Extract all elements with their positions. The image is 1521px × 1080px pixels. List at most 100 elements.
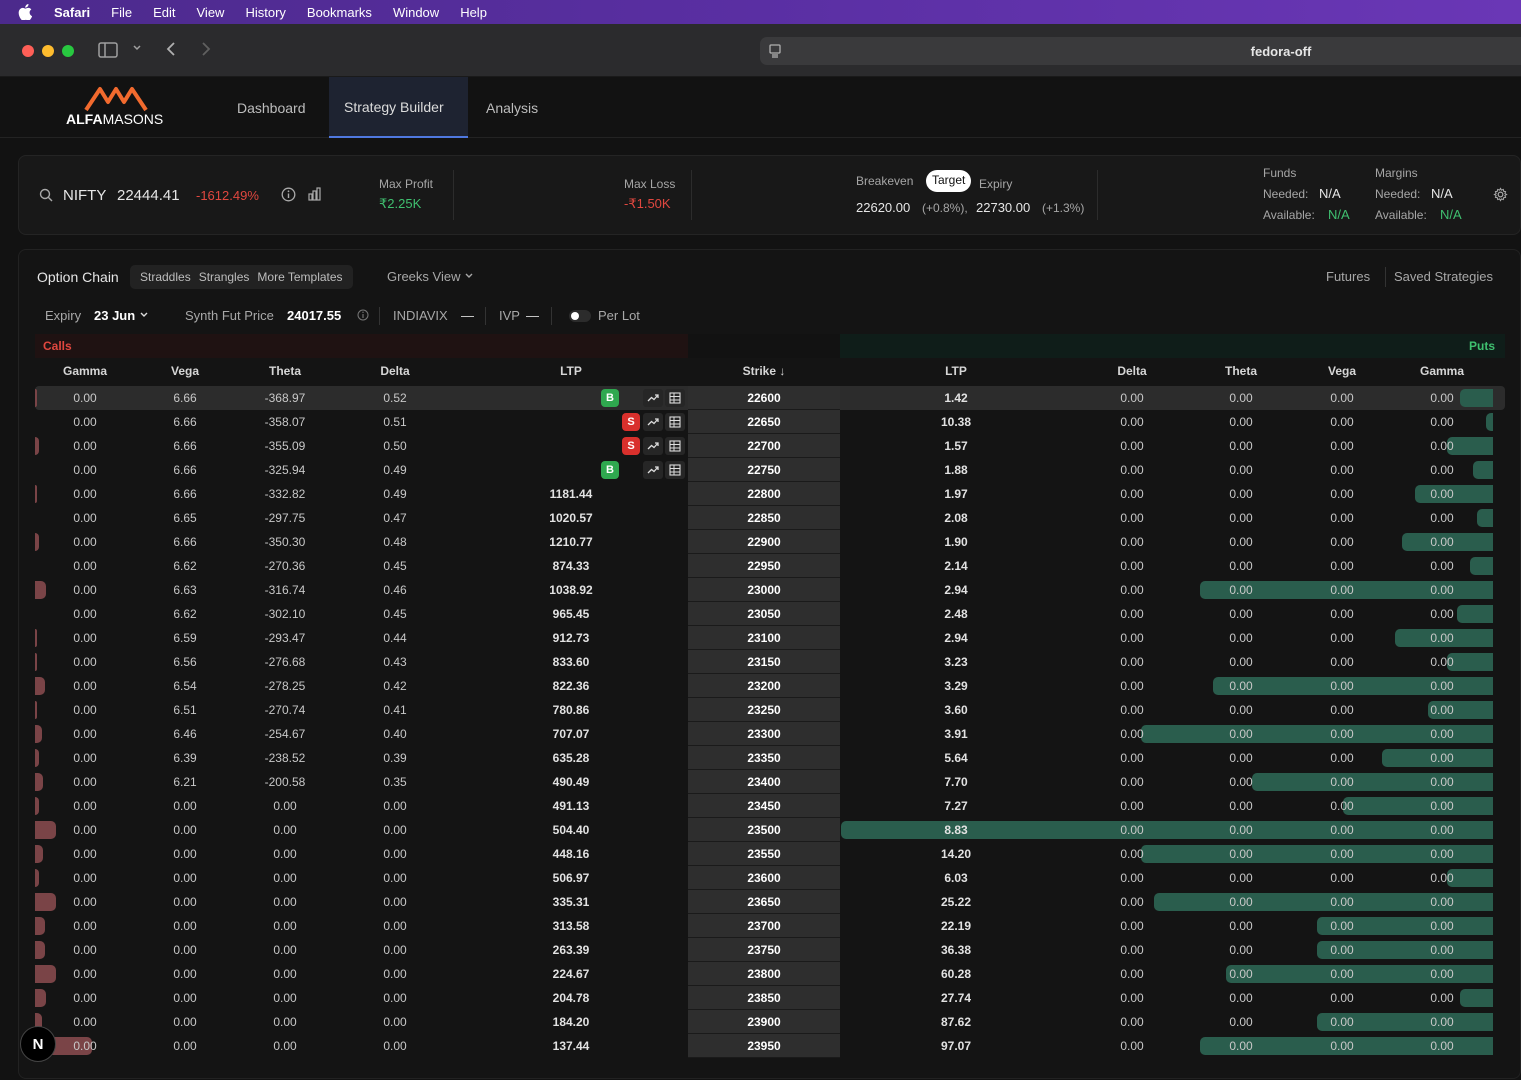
table-row[interactable]: 0.00 6.66 -350.30 0.48 1210.77 1.90 0.00 0.00 0.…: [35, 530, 1505, 554]
call-vega-cell[interactable]: 6.39: [135, 746, 235, 770]
put-gamma-cell[interactable]: 0.00: [1392, 890, 1492, 914]
call-theta-cell[interactable]: -238.52: [235, 746, 335, 770]
call-theta-cell[interactable]: 0.00: [235, 890, 335, 914]
col-call-gamma[interactable]: Gamma: [35, 358, 135, 384]
minimize-window-button[interactable]: [42, 45, 54, 57]
futures-link[interactable]: Futures: [1326, 269, 1370, 284]
put-gamma-cell[interactable]: 0.00: [1392, 722, 1492, 746]
put-delta-cell[interactable]: 0.00: [1082, 410, 1182, 434]
put-ltp-cell[interactable]: 60.28: [906, 962, 1006, 986]
put-vega-cell[interactable]: 0.00: [1292, 650, 1392, 674]
call-delta-cell[interactable]: 0.00: [345, 1010, 445, 1034]
call-vega-cell[interactable]: 6.66: [135, 410, 235, 434]
put-vega-cell[interactable]: 0.00: [1292, 986, 1392, 1010]
call-vega-cell[interactable]: 6.66: [135, 434, 235, 458]
put-ltp-cell[interactable]: 2.94: [906, 626, 1006, 650]
alfa-masons-logo[interactable]: ALFAMASONS: [64, 86, 168, 130]
put-vega-cell[interactable]: 0.00: [1292, 866, 1392, 890]
call-gamma-cell[interactable]: 0.00: [35, 986, 135, 1010]
call-delta-cell[interactable]: 0.00: [345, 986, 445, 1010]
put-theta-cell[interactable]: 0.00: [1191, 818, 1291, 842]
put-delta-cell[interactable]: 0.00: [1082, 914, 1182, 938]
call-gamma-cell[interactable]: 0.00: [35, 554, 135, 578]
call-vega-cell[interactable]: 0.00: [135, 890, 235, 914]
call-theta-cell[interactable]: 0.00: [235, 986, 335, 1010]
put-ltp-cell[interactable]: 1.57: [906, 434, 1006, 458]
call-ltp-cell[interactable]: 1038.92: [521, 578, 621, 602]
call-vega-cell[interactable]: 6.66: [135, 482, 235, 506]
put-ltp-cell[interactable]: 1.97: [906, 482, 1006, 506]
table-row[interactable]: 0.00 0.00 0.00 0.00 504.40 8.83 0.00 0.00 0.00 0.…: [35, 818, 1505, 842]
put-delta-cell[interactable]: 0.00: [1082, 722, 1182, 746]
call-vega-cell[interactable]: 0.00: [135, 794, 235, 818]
put-delta-cell[interactable]: 0.00: [1082, 506, 1182, 530]
put-delta-cell[interactable]: 0.00: [1082, 650, 1182, 674]
put-theta-cell[interactable]: 0.00: [1191, 866, 1291, 890]
menu-view[interactable]: View: [197, 5, 225, 20]
call-theta-cell[interactable]: 0.00: [235, 914, 335, 938]
col-call-vega[interactable]: Vega: [135, 358, 235, 384]
call-vega-cell[interactable]: 0.00: [135, 938, 235, 962]
call-vega-cell[interactable]: 6.66: [135, 458, 235, 482]
template-strangles[interactable]: Strangles: [199, 270, 250, 284]
put-theta-cell[interactable]: 0.00: [1191, 890, 1291, 914]
call-vega-cell[interactable]: 0.00: [135, 866, 235, 890]
call-delta-cell[interactable]: 0.00: [345, 866, 445, 890]
put-delta-cell[interactable]: 0.00: [1082, 482, 1182, 506]
put-gamma-cell[interactable]: 0.00: [1392, 410, 1492, 434]
put-gamma-cell[interactable]: 0.00: [1392, 674, 1492, 698]
put-ltp-cell[interactable]: 2.48: [906, 602, 1006, 626]
put-vega-cell[interactable]: 0.00: [1292, 962, 1392, 986]
table-row[interactable]: 0.00 6.65 -297.75 0.47 1020.57 2.08 0.00 0.00 0.…: [35, 506, 1505, 530]
put-gamma-cell[interactable]: 0.00: [1392, 818, 1492, 842]
call-delta-cell[interactable]: 0.40: [345, 722, 445, 746]
call-vega-cell[interactable]: 6.63: [135, 578, 235, 602]
table-row[interactable]: 0.00 0.00 0.00 0.00 313.58 22.19 0.00 0.00 0.00 0…: [35, 914, 1505, 938]
table-row[interactable]: 0.00 6.66 -368.97 0.52 1.42 0.00 0.00 0.00 0.00 2…: [35, 386, 1505, 410]
put-gamma-cell[interactable]: 0.00: [1392, 1010, 1492, 1034]
call-theta-cell[interactable]: -355.09: [235, 434, 335, 458]
call-ltp-cell[interactable]: 491.13: [521, 794, 621, 818]
call-gamma-cell[interactable]: 0.00: [35, 650, 135, 674]
payoff-chart-icon[interactable]: [643, 389, 663, 407]
call-delta-cell[interactable]: 0.42: [345, 674, 445, 698]
call-gamma-cell[interactable]: 0.00: [35, 578, 135, 602]
option-table-icon[interactable]: [665, 413, 685, 431]
menu-edit[interactable]: Edit: [153, 5, 175, 20]
buy-badge[interactable]: B: [601, 461, 619, 479]
call-gamma-cell[interactable]: 0.00: [35, 506, 135, 530]
call-ltp-cell[interactable]: 1210.77: [521, 530, 621, 554]
call-gamma-cell[interactable]: 0.00: [35, 386, 135, 410]
call-gamma-cell[interactable]: 0.00: [35, 914, 135, 938]
put-theta-cell[interactable]: 0.00: [1191, 650, 1291, 674]
call-delta-cell[interactable]: 0.49: [345, 482, 445, 506]
table-row[interactable]: 0.00 6.62 -270.36 0.45 874.33 2.14 0.00 0.00 0.0…: [35, 554, 1505, 578]
saved-strategies-link[interactable]: Saved Strategies: [1394, 269, 1493, 284]
put-theta-cell[interactable]: 0.00: [1191, 434, 1291, 458]
call-vega-cell[interactable]: 6.62: [135, 554, 235, 578]
call-ltp-cell[interactable]: 137.44: [521, 1034, 621, 1058]
put-theta-cell[interactable]: 0.00: [1191, 578, 1291, 602]
put-ltp-cell[interactable]: 6.03: [906, 866, 1006, 890]
call-delta-cell[interactable]: 0.00: [345, 938, 445, 962]
call-delta-cell[interactable]: 0.39: [345, 746, 445, 770]
put-ltp-cell[interactable]: 1.88: [906, 458, 1006, 482]
call-theta-cell[interactable]: -200.58: [235, 770, 335, 794]
call-ltp-cell[interactable]: 184.20: [521, 1010, 621, 1034]
call-delta-cell[interactable]: 0.00: [345, 1034, 445, 1058]
put-ltp-cell[interactable]: 2.94: [906, 578, 1006, 602]
info-icon[interactable]: [281, 187, 296, 205]
call-theta-cell[interactable]: -278.25: [235, 674, 335, 698]
call-delta-cell[interactable]: 0.46: [345, 578, 445, 602]
call-vega-cell[interactable]: 6.62: [135, 602, 235, 626]
call-delta-cell[interactable]: 0.00: [345, 842, 445, 866]
put-theta-cell[interactable]: 0.00: [1191, 1010, 1291, 1034]
put-theta-cell[interactable]: 0.00: [1191, 410, 1291, 434]
chart-icon[interactable]: [307, 187, 322, 205]
close-window-button[interactable]: [22, 45, 34, 57]
put-ltp-cell[interactable]: 3.91: [906, 722, 1006, 746]
put-delta-cell[interactable]: 0.00: [1082, 578, 1182, 602]
put-gamma-cell[interactable]: 0.00: [1392, 698, 1492, 722]
put-gamma-cell[interactable]: 0.00: [1392, 386, 1492, 410]
call-theta-cell[interactable]: -350.30: [235, 530, 335, 554]
